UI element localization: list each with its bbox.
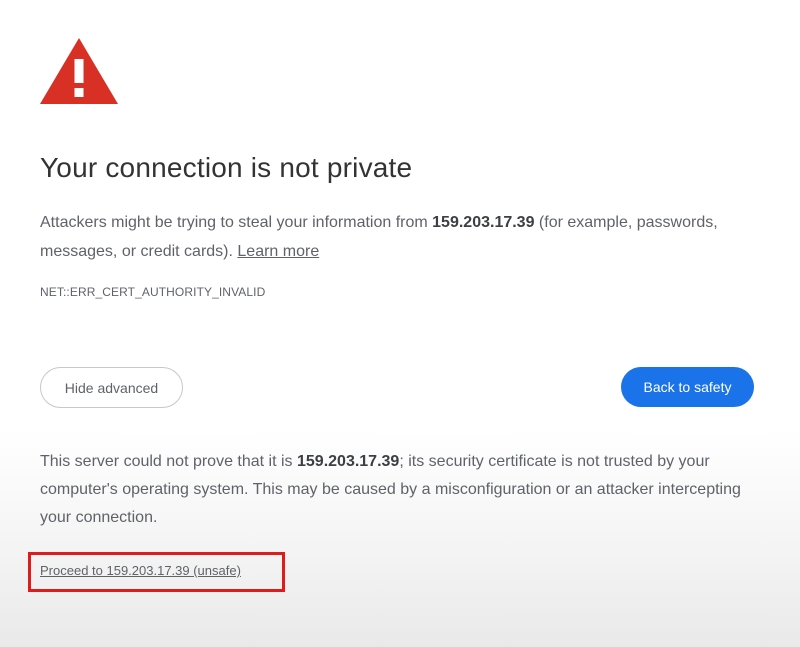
details-host: 159.203.17.39 <box>297 453 400 470</box>
message-host: 159.203.17.39 <box>432 214 535 231</box>
page-title: Your connection is not private <box>40 152 413 183</box>
interstitial-page: Your connection is not private Attackers… <box>0 0 800 647</box>
proceed-unsafe-link[interactable]: Proceed to 159.203.17.39 (unsafe) <box>40 563 241 578</box>
error-code: NET::ERR_CERT_AUTHORITY_INVALID <box>40 285 266 299</box>
advanced-details: This server could not prove that it is 1… <box>40 448 760 532</box>
warning-triangle-icon <box>40 38 118 104</box>
warning-message: Attackers might be trying to steal your … <box>40 208 740 266</box>
back-to-safety-button[interactable]: Back to safety <box>621 367 754 407</box>
learn-more-link[interactable]: Learn more <box>237 243 319 260</box>
message-text-1: Attackers might be trying to steal your … <box>40 214 433 231</box>
hide-advanced-button[interactable]: Hide advanced <box>40 367 183 408</box>
details-text-1: This server could not prove that it is <box>40 453 297 470</box>
